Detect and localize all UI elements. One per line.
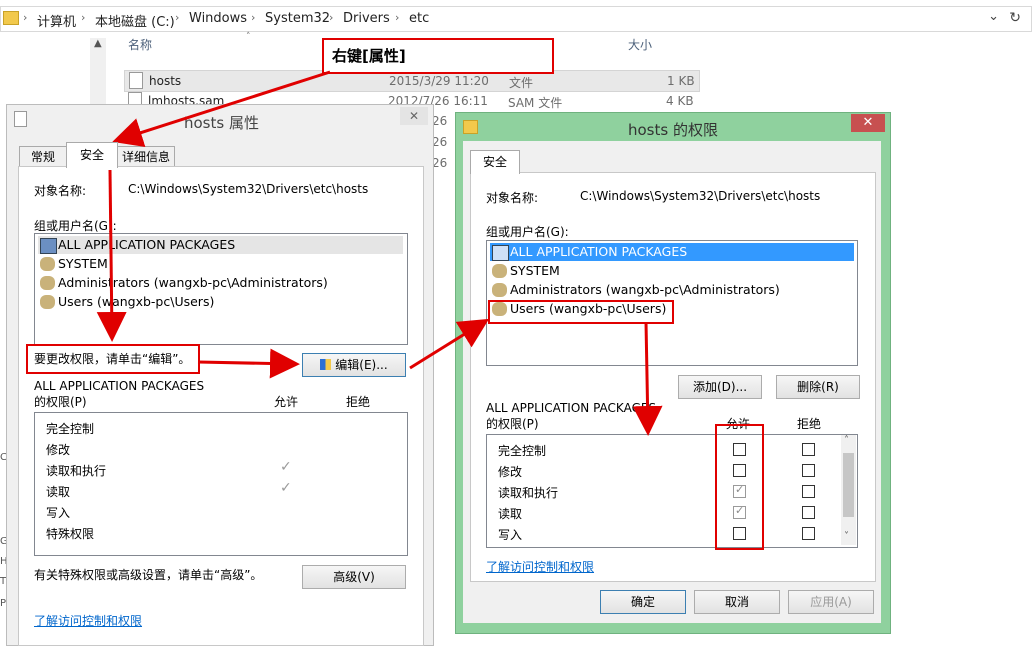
- tab-security[interactable]: 安全: [66, 142, 118, 168]
- arrow-to-allow-column: [632, 321, 663, 436]
- arrow-to-users-item: [409, 318, 490, 370]
- tab-security[interactable]: 安全: [470, 150, 520, 174]
- arrow-to-change-hint: [96, 169, 127, 342]
- arrow-to-edit-button: [197, 348, 300, 379]
- annotation-arrows: [96, 70, 663, 436]
- arrow-to-security-tab: [112, 70, 331, 147]
